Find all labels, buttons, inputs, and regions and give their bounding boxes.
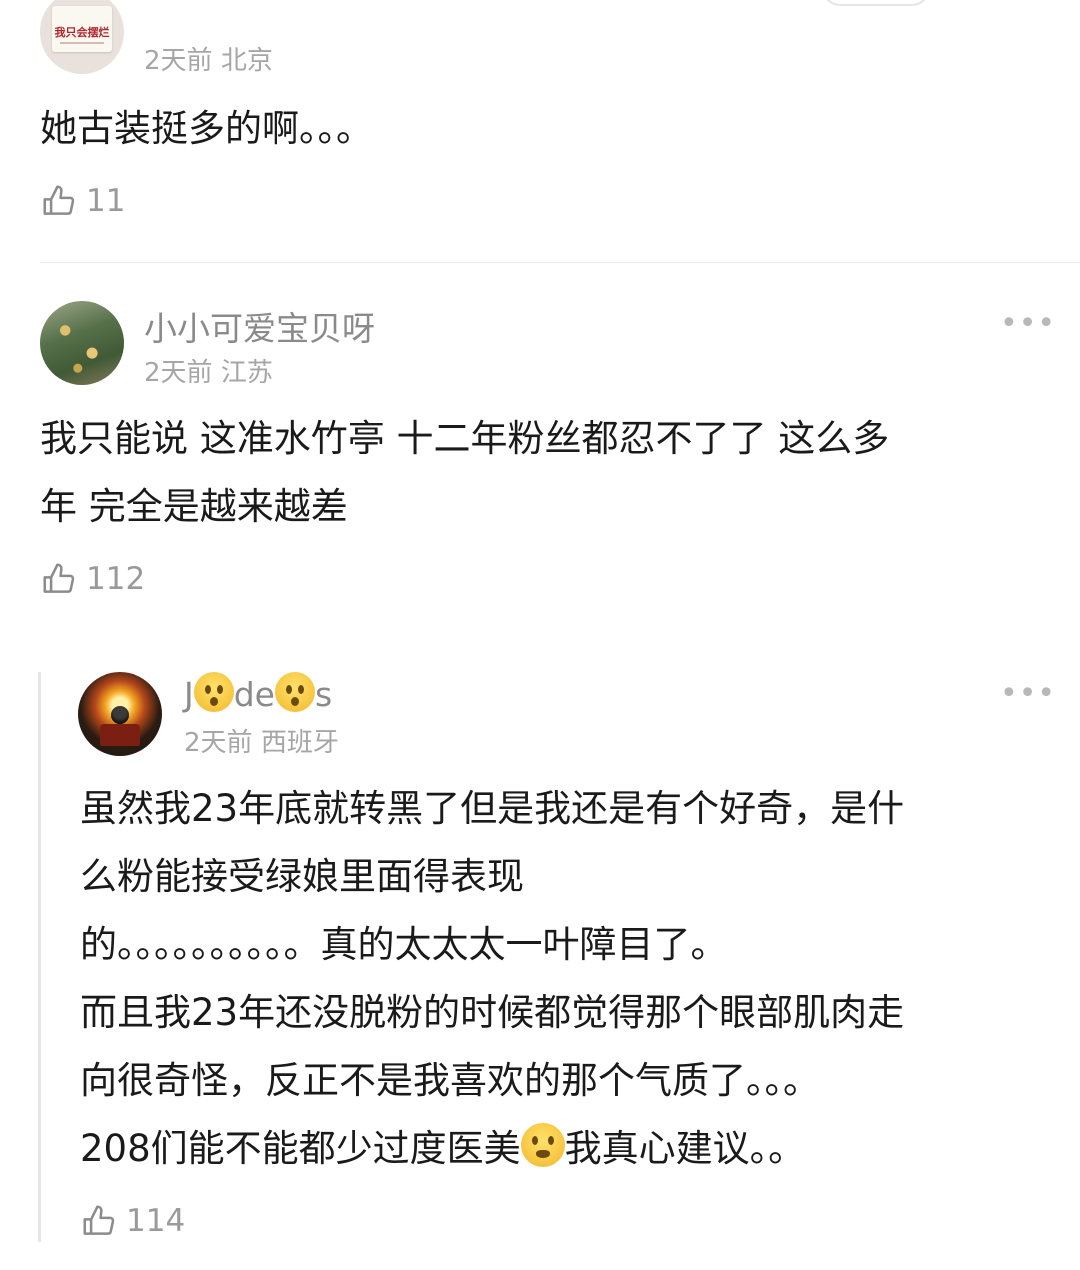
- hushed-face-icon: [274, 672, 315, 712]
- comment-line: 她古装挺多的啊。。。: [40, 107, 373, 150]
- hushed-face-icon: [193, 672, 234, 712]
- reply-commenter-name[interactable]: Jde s: [184, 672, 332, 714]
- comment-line: 年 完全是越来越差: [40, 485, 348, 528]
- comment-line: 而且我23年还没脱粉的时候都觉得那个眼部肌肉走: [80, 991, 905, 1034]
- like-button[interactable]: 11: [40, 182, 125, 220]
- thumbs-up-icon: [43, 563, 75, 593]
- comment-time: 2天前: [144, 46, 213, 76]
- avatar[interactable]: [40, 301, 124, 385]
- name-text: s: [314, 675, 333, 714]
- avatar-image: [111, 706, 129, 724]
- like-button[interactable]: 112: [40, 560, 145, 598]
- comment-time: 2天前: [184, 728, 253, 758]
- comment-location: 江苏: [220, 358, 273, 388]
- sneezing-face-icon: [520, 1123, 565, 1167]
- comment-line: 虽然我23年底就转黑了但是我还是有个好奇，是什: [80, 787, 905, 830]
- avatar-sign-text: 我只会摆烂: [54, 26, 110, 39]
- comment-content: 我只能说 这准水竹亭 十二年粉丝都忍不了了 这么多 年 完全是越来越差: [40, 405, 889, 541]
- thumbs-up-icon: [83, 1205, 115, 1235]
- like-button[interactable]: 114: [80, 1202, 185, 1240]
- avatar-image-base: [100, 724, 140, 746]
- like-count: 112: [86, 561, 146, 597]
- thumbs-up-icon: [43, 185, 75, 215]
- comment-line: 208们能不能都少过度医美 我真心建议。。: [80, 1115, 904, 1183]
- avatar-sign-image: 我只会摆烂: [52, 6, 112, 52]
- comment-line: 我只能说 这准水竹亭 十二年粉丝都忍不了了 这么多: [40, 417, 890, 460]
- comment-line-text: 208们能不能都少过度医美: [80, 1127, 521, 1170]
- name-text: de: [233, 675, 275, 714]
- comment-location: 西班牙: [260, 728, 339, 758]
- comment-time: 2天前: [144, 358, 213, 388]
- avatar[interactable]: 我只会摆烂: [40, 0, 124, 74]
- commenter-name[interactable]: 小小可爱宝贝呀: [144, 302, 375, 350]
- more-options-icon[interactable]: •••: [1000, 676, 1056, 711]
- name-text: J: [184, 675, 194, 714]
- more-options-icon[interactable]: •••: [1000, 306, 1056, 341]
- comment-line-text: 我真心建议。。: [564, 1127, 806, 1170]
- comment-line: 向很奇怪，反正不是我喜欢的那个气质了。。。: [80, 1059, 820, 1102]
- comment-location: 北京: [220, 46, 273, 76]
- comment-meta: 2天前 北京: [144, 40, 273, 77]
- divider: [40, 262, 1080, 263]
- like-count: 114: [126, 1203, 186, 1239]
- reply-thread-line: [38, 672, 41, 1242]
- comment-meta: 2天前 江苏: [144, 352, 273, 389]
- comment-meta: 2天前 西班牙: [184, 722, 339, 759]
- comment-line: 么粉能接受绿娘里面得表现: [80, 855, 524, 898]
- comment-line: 的。。。。。。。。。。真的太太太一叶障目了。: [80, 923, 728, 966]
- top-pill-button[interactable]: [820, 0, 932, 6]
- like-count: 11: [86, 183, 126, 219]
- avatar[interactable]: [78, 672, 162, 756]
- comment-content: 她古装挺多的啊。。。: [40, 95, 373, 163]
- reply-content: 虽然我23年底就转黑了但是我还是有个好奇，是什 么粉能接受绿娘里面得表现 的。。…: [80, 775, 904, 1183]
